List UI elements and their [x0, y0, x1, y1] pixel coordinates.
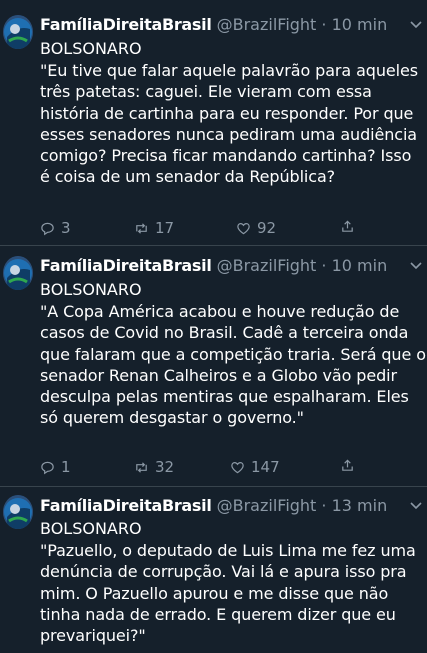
timeline: FamíliaDireitaBrasil @BrazilFight · 10 m…	[0, 0, 427, 653]
reply-button[interactable]: 3	[40, 219, 71, 237]
display-name[interactable]: FamíliaDireitaBrasil	[40, 15, 212, 34]
handle[interactable]: @BrazilFight	[217, 15, 317, 34]
share-button[interactable]	[340, 219, 355, 234]
tweet-author-line: BOLSONARO	[40, 519, 142, 538]
avatar[interactable]	[3, 256, 33, 290]
tweet-text: "Pazuello, o deputado de Luis Lima me fe…	[40, 541, 416, 646]
tweet-actions: 1 32 147	[40, 458, 370, 478]
handle[interactable]: @BrazilFight	[217, 496, 317, 515]
reply-icon	[41, 222, 54, 235]
tweet-author-line: BOLSONARO	[40, 280, 142, 299]
like-button[interactable]: 92	[236, 219, 276, 237]
like-icon	[237, 222, 250, 234]
retweet-count: 17	[155, 219, 175, 237]
avatar-image	[3, 256, 33, 290]
like-icon	[231, 461, 244, 473]
chevron-down-icon[interactable]	[409, 17, 423, 31]
tweet-header: FamíliaDireitaBrasil @BrazilFight · 10 m…	[40, 256, 387, 276]
like-count: 92	[257, 219, 277, 237]
timestamp[interactable]: 10 min	[332, 15, 388, 34]
reply-icon	[41, 461, 54, 474]
tweet-text: "Eu tive que falar aquele palavrão para …	[40, 61, 418, 187]
like-button[interactable]: 147	[230, 458, 280, 476]
handle[interactable]: @BrazilFight	[217, 256, 317, 275]
tweet[interactable]: FamíliaDireitaBrasil @BrazilFight · 13 m…	[0, 487, 427, 653]
tweet-actions: 3 17 92	[40, 219, 370, 239]
tweet-header: FamíliaDireitaBrasil @BrazilFight · 13 m…	[40, 496, 387, 516]
like-count: 147	[251, 458, 280, 476]
share-button[interactable]	[340, 458, 355, 473]
retweet-button[interactable]: 32	[134, 458, 174, 476]
separator: ·	[321, 15, 327, 34]
retweet-count: 32	[155, 458, 175, 476]
tweet-header: FamíliaDireitaBrasil @BrazilFight · 10 m…	[40, 15, 387, 35]
tweet-author-line: BOLSONARO	[40, 39, 142, 58]
avatar[interactable]	[3, 495, 33, 529]
reply-count: 3	[61, 219, 71, 237]
chevron-down-icon[interactable]	[409, 498, 423, 512]
share-icon	[342, 459, 353, 471]
display-name[interactable]: FamíliaDireitaBrasil	[40, 256, 212, 275]
timestamp[interactable]: 10 min	[332, 256, 388, 275]
avatar[interactable]	[3, 15, 33, 49]
avatar-image	[3, 495, 33, 529]
reply-button[interactable]: 1	[40, 458, 71, 476]
timestamp[interactable]: 13 min	[332, 496, 388, 515]
tweet-text: "A Copa América acabou e houve redução d…	[40, 302, 426, 428]
retweet-icon	[136, 222, 147, 234]
share-icon	[342, 220, 353, 232]
retweet-icon	[136, 461, 147, 473]
avatar-image	[3, 15, 33, 49]
reply-count: 1	[61, 458, 71, 476]
display-name[interactable]: FamíliaDireitaBrasil	[40, 496, 212, 515]
separator: ·	[321, 496, 327, 515]
chevron-down-icon[interactable]	[409, 258, 423, 272]
tweet[interactable]: FamíliaDireitaBrasil @BrazilFight · 10 m…	[0, 246, 427, 486]
tweet[interactable]: FamíliaDireitaBrasil @BrazilFight · 10 m…	[0, 0, 427, 245]
separator: ·	[321, 256, 327, 275]
retweet-button[interactable]: 17	[134, 219, 174, 237]
